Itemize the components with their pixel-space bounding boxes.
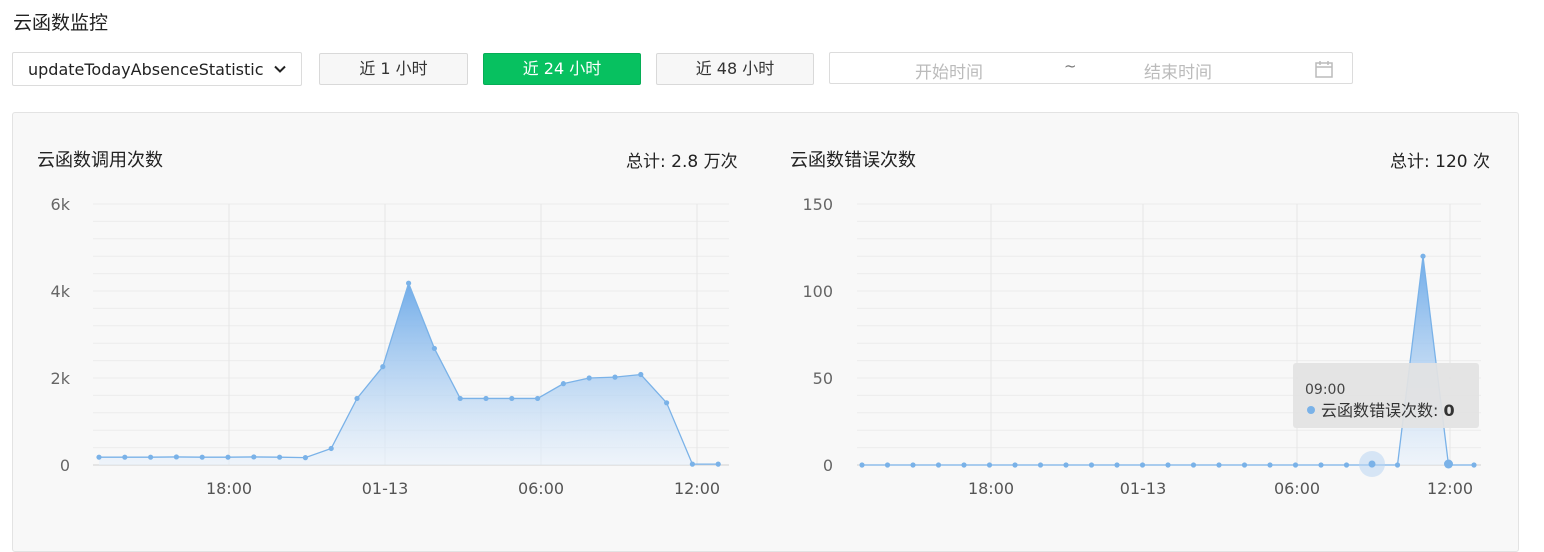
x-tick-label: 06:00 <box>518 479 564 498</box>
y-tick-label: 100 <box>802 282 833 301</box>
tooltip-value: 0 <box>1443 401 1454 420</box>
data-point <box>1343 462 1350 468</box>
data-point <box>689 461 696 467</box>
data-point <box>1420 253 1426 259</box>
data-point <box>986 462 993 468</box>
data-point <box>715 461 721 467</box>
x-tick-label: 18:00 <box>206 479 252 498</box>
charts-canvas: 0 2k 4k 6k 18:00 01-13 06:00 12:00 0 50 100 150 18:0… <box>51 195 1481 498</box>
data-point <box>380 364 386 370</box>
data-point <box>1394 462 1401 468</box>
data-point <box>1165 462 1171 468</box>
tooltip-series-dot <box>1307 406 1315 414</box>
data-point <box>96 454 102 460</box>
chart-tooltip: 09:00 云函数错误次数: 0 <box>1293 363 1479 428</box>
data-point <box>1114 462 1120 468</box>
data-point <box>1292 462 1299 468</box>
y-tick-label: 50 <box>813 369 833 388</box>
data-point <box>199 454 205 460</box>
data-point <box>1471 462 1477 468</box>
x-tick-label: 06:00 <box>1274 479 1320 498</box>
data-point <box>1241 462 1248 468</box>
data-point <box>148 454 154 460</box>
data-point <box>664 400 670 406</box>
data-point <box>1190 462 1197 468</box>
y-tick-label: 2k <box>51 369 71 388</box>
data-point <box>1012 462 1018 468</box>
y-tick-label: 0 <box>60 456 70 475</box>
data-point <box>1267 462 1273 468</box>
data-point <box>638 371 644 378</box>
x-tick-label: 12:00 <box>674 479 720 498</box>
x-tick-label: 18:00 <box>968 479 1014 498</box>
data-point <box>277 454 283 460</box>
data-point <box>1063 462 1069 468</box>
x-tick-label: 01-13 <box>362 479 409 498</box>
data-point <box>1139 462 1146 468</box>
data-point <box>961 462 967 468</box>
data-point <box>354 395 360 402</box>
data-point <box>483 395 489 402</box>
hover-point <box>1368 460 1376 468</box>
data-point <box>122 454 128 460</box>
data-point <box>1037 462 1044 468</box>
tooltip-series-label: 云函数错误次数: 0 <box>1321 401 1455 420</box>
data-point <box>535 395 541 402</box>
data-point <box>1318 462 1324 468</box>
y-tick-label: 6k <box>51 195 71 214</box>
data-point <box>302 455 308 461</box>
data-point <box>328 445 334 452</box>
data-point <box>406 280 412 286</box>
data-point <box>509 395 515 402</box>
data-point <box>935 462 942 468</box>
data-point <box>251 454 257 460</box>
y-tick-label: 150 <box>802 195 833 214</box>
x-tick-label: 12:00 <box>1427 479 1473 498</box>
data-point <box>1216 462 1222 468</box>
data-point <box>612 374 618 380</box>
data-point <box>586 375 592 381</box>
data-point <box>225 454 231 460</box>
data-point <box>457 395 463 402</box>
data-point <box>1088 462 1095 468</box>
data-point <box>560 381 567 387</box>
x-tick-label: 01-13 <box>1120 479 1167 498</box>
y-tick-label: 4k <box>51 282 71 301</box>
data-point <box>884 462 891 468</box>
data-point <box>910 462 916 468</box>
data-point <box>173 454 179 460</box>
active-point <box>1444 459 1453 469</box>
data-point <box>431 345 437 352</box>
data-point <box>859 462 865 468</box>
series-area <box>99 283 719 465</box>
tooltip-time: 09:00 <box>1305 382 1345 398</box>
y-tick-label: 0 <box>823 456 833 475</box>
